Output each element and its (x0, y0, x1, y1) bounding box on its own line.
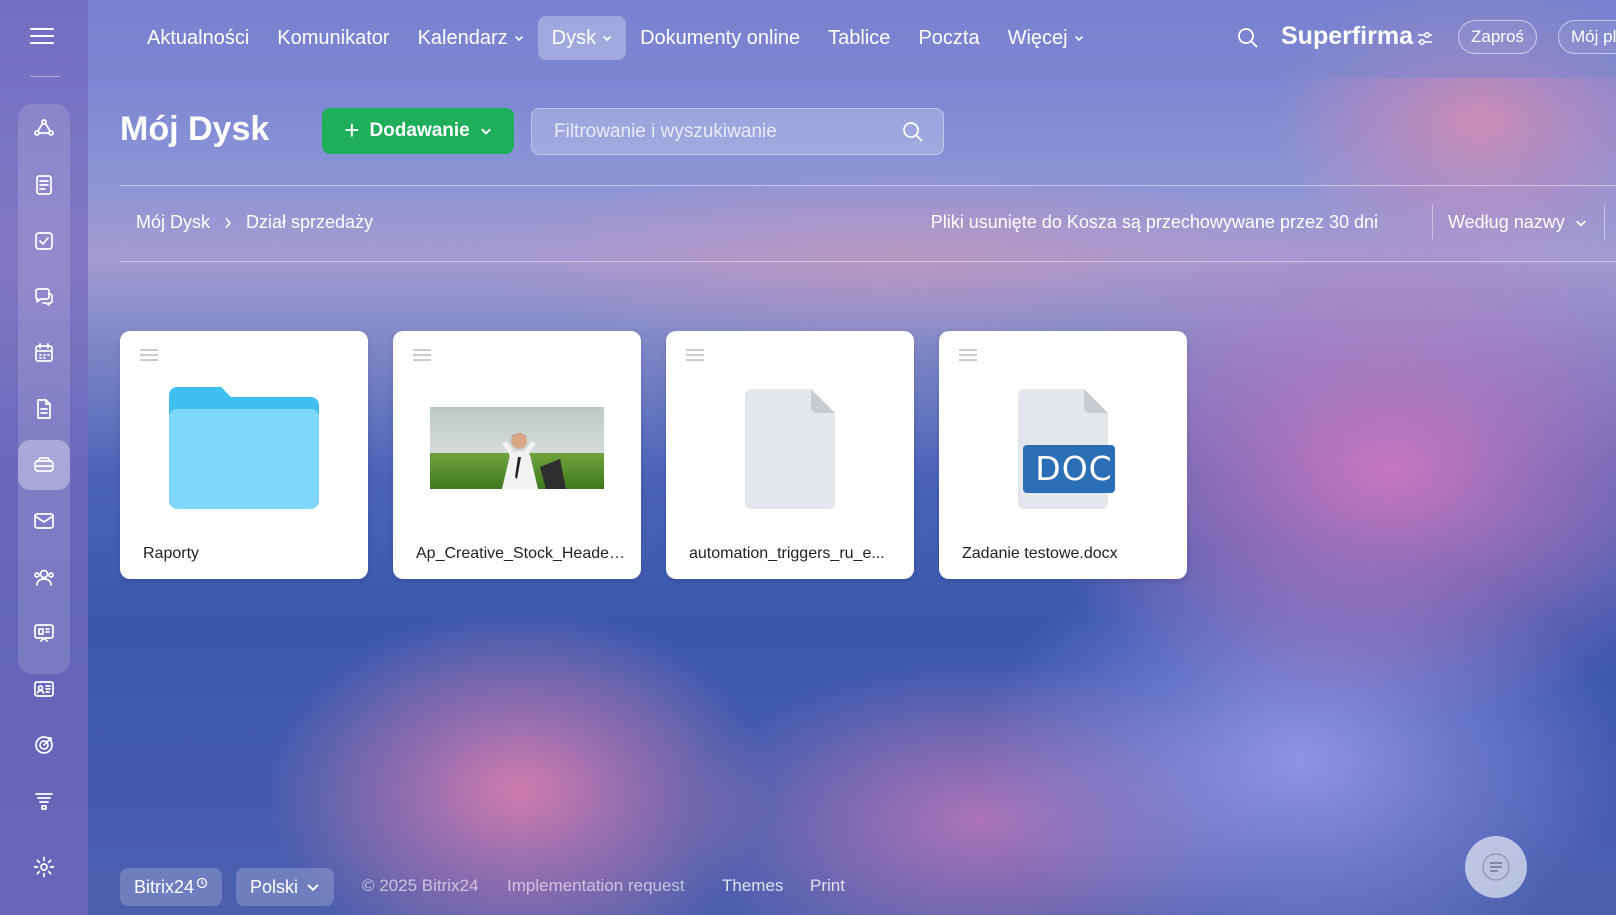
crm-card-icon[interactable] (18, 664, 70, 714)
image-thumbnail (430, 407, 604, 489)
add-button[interactable]: + Dodawanie (322, 108, 514, 154)
trash-retention-note: Pliki usunięte do Kosza są przechowywane… (930, 212, 1378, 232)
settings-icon[interactable] (18, 842, 70, 892)
file-icon (745, 389, 835, 509)
page-title: Mój Dysk (120, 110, 270, 148)
toolbar-divider (1604, 205, 1605, 239)
chevron-down-icon (1575, 220, 1586, 227)
chat-icon[interactable] (18, 272, 70, 322)
nav-item-dysk[interactable]: Dysk (537, 16, 627, 60)
toolbar-divider-bottom (120, 261, 1616, 262)
file-tile-doc[interactable]: DOC Zadanie testowe.docx (939, 331, 1187, 579)
goals-icon[interactable] (18, 720, 70, 770)
hamburger-menu-icon[interactable] (30, 28, 54, 46)
invite-button[interactable]: Zaproś (1458, 20, 1537, 54)
nav-label: Więcej (1007, 27, 1068, 49)
footer-brand: Bitrix24 (134, 877, 195, 897)
drag-handle-icon[interactable] (140, 349, 158, 361)
nav-item-tablice[interactable]: Tablice (814, 16, 904, 60)
chevron-down-icon (1074, 35, 1083, 42)
search-icon[interactable] (1236, 26, 1260, 50)
my-plan-button[interactable]: Mój pla (1558, 20, 1616, 54)
settings-sliders-icon[interactable] (1416, 30, 1434, 48)
top-navigation-bar: Aktualności Komunikator Kalendarz Dysk D… (88, 0, 1616, 78)
sort-label: Według nazwy (1448, 212, 1565, 232)
folder-icon (169, 387, 319, 509)
nav-label: Tablice (828, 27, 891, 49)
chevron-down-icon (603, 35, 612, 42)
chat-list-icon (1482, 853, 1510, 881)
drag-handle-icon[interactable] (959, 349, 977, 361)
left-sidebar (0, 0, 88, 915)
toolbar-divider (1432, 205, 1433, 239)
chevron-down-icon (514, 35, 523, 42)
file-tile-folder[interactable]: Raporty (120, 331, 368, 579)
bitrix-brand-button[interactable]: Bitrix24 (120, 868, 223, 906)
language-selector[interactable]: Polski (236, 868, 335, 906)
nav-item-wiecej[interactable]: Więcej (994, 16, 1098, 60)
drag-handle-icon[interactable] (413, 349, 431, 361)
implementation-request-link[interactable]: Implementation request (507, 876, 685, 896)
nav-label: Aktualności (147, 27, 250, 49)
chevron-down-icon (480, 128, 491, 135)
file-name: Raporty (143, 545, 200, 562)
document-icon[interactable] (18, 384, 70, 434)
add-button-label: Dodawanie (369, 120, 470, 141)
chevron-down-icon (307, 884, 319, 892)
contacts-icon[interactable] (18, 552, 70, 602)
plus-icon: + (344, 115, 360, 145)
feed-icon[interactable] (18, 160, 70, 210)
drive-icon[interactable] (18, 440, 70, 490)
nav-label: Poczta (918, 27, 980, 49)
nav-label: Kalendarz (417, 27, 508, 49)
tasks-icon[interactable] (18, 216, 70, 266)
search-icon[interactable] (901, 120, 925, 144)
drag-handle-icon[interactable] (686, 349, 704, 361)
header-divider (120, 185, 1616, 186)
chat-launcher-button[interactable] (1465, 836, 1527, 898)
nav-item-poczta[interactable]: Poczta (904, 16, 993, 60)
print-link[interactable]: Print (810, 876, 845, 896)
nav-label: Dokumenty online (640, 27, 801, 49)
ai-assistant-icon[interactable] (18, 104, 70, 154)
filter-search (531, 108, 944, 155)
calendar-icon[interactable] (18, 328, 70, 378)
file-name: Zadanie testowe.docx (962, 545, 1118, 562)
mail-icon[interactable] (18, 496, 70, 546)
file-name: automation_triggers_ru_e... (689, 545, 885, 562)
nav-label: Dysk (551, 27, 597, 49)
language-label: Polski (250, 877, 299, 897)
copyright: © 2025 Bitrix24 (362, 876, 479, 895)
nav-item-aktualnosci[interactable]: Aktualności (133, 16, 263, 60)
sort-dropdown[interactable]: Według nazwy (1448, 212, 1587, 233)
file-tile-image[interactable]: Ap_Creative_Stock_Header... (393, 331, 641, 579)
doc-badge-text: DOC (1035, 449, 1113, 488)
main-nav: Aktualności Komunikator Kalendarz Dysk D… (133, 16, 1098, 60)
search-input[interactable] (532, 109, 892, 154)
chevron-right-icon (225, 217, 232, 228)
sidebar-divider (30, 76, 60, 77)
funnel-icon[interactable] (18, 776, 70, 826)
company-name[interactable]: Superfirma (1281, 22, 1413, 51)
themes-link[interactable]: Themes (722, 876, 783, 896)
file-tile-generic[interactable]: automation_triggers_ru_e... (666, 331, 914, 579)
nav-item-dokumenty-online[interactable]: Dokumenty online (626, 16, 814, 60)
breadcrumb-item-root[interactable]: Mój Dysk (136, 212, 210, 233)
board-icon[interactable] (18, 608, 70, 658)
file-name: Ap_Creative_Stock_Header... (416, 545, 626, 562)
breadcrumb: Mój Dysk Dział sprzedaży (136, 212, 373, 233)
clock-icon (196, 877, 208, 889)
nav-item-kalendarz[interactable]: Kalendarz (404, 16, 538, 60)
nav-label: Komunikator (277, 27, 390, 49)
breadcrumb-item-current[interactable]: Dział sprzedaży (246, 212, 373, 233)
nav-item-komunikator[interactable]: Komunikator (263, 16, 403, 60)
